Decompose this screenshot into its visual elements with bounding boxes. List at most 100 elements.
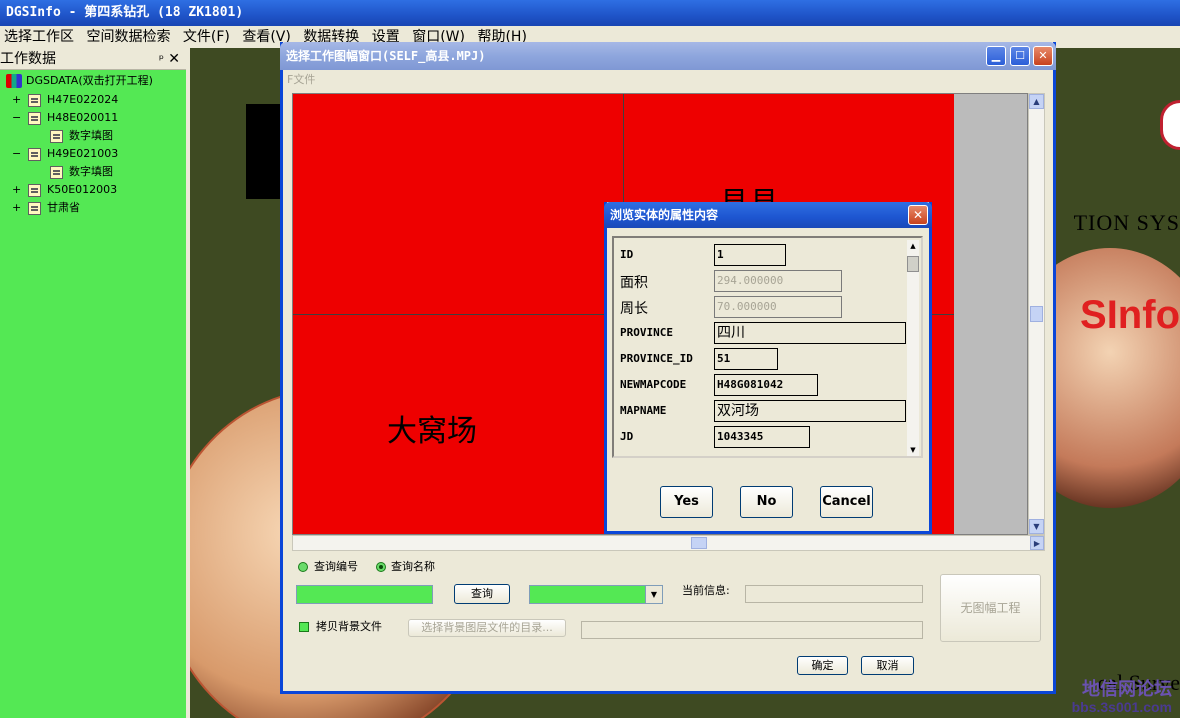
collapse-icon[interactable]: − (12, 145, 22, 163)
cancel-button[interactable]: 取消 (861, 656, 914, 675)
property-row-area: 面积 294.000000 (620, 270, 910, 292)
property-value[interactable]: 51 (714, 348, 778, 370)
map-file-icon (28, 201, 41, 215)
tree-item-h47e022024[interactable]: + H47E022024 (12, 91, 118, 109)
property-value[interactable]: H48G081042 (714, 374, 818, 396)
property-row-id: ID 1 (620, 244, 910, 266)
property-row-mapname: MAPNAME 双河场 (620, 400, 910, 422)
select-background-dir-button[interactable]: 选择背景图层文件的目录... (408, 619, 566, 637)
yes-button[interactable]: Yes (660, 486, 713, 518)
splash-text: TION SYS (1073, 210, 1180, 235)
property-name: PROVINCE_ID (620, 352, 693, 365)
splash-logo-text: SInfo (1080, 293, 1180, 337)
property-row-jd: JD 1043345 (620, 426, 910, 448)
property-scrollbar[interactable]: ▲ ▼ (907, 240, 919, 456)
menu-file[interactable]: 文件(F) (179, 26, 234, 48)
decorative-block (246, 104, 281, 199)
tree-item-label: H47E022024 (47, 93, 119, 106)
radio-query-number[interactable] (298, 562, 308, 572)
map-file-icon (28, 183, 41, 197)
watermark: 地信网论坛 bbs.3s001.com (1072, 680, 1172, 716)
tree-item-gansu[interactable]: + 甘肃省 (12, 199, 80, 217)
collapse-icon[interactable]: − (12, 109, 22, 127)
property-name: PROVINCE (620, 326, 673, 339)
scroll-right-icon[interactable]: ▶ (1030, 536, 1044, 550)
tree-item-label: H49E021003 (47, 147, 119, 160)
tree-item-label: K50E012003 (47, 183, 118, 196)
expand-icon[interactable]: + (12, 91, 22, 109)
tree-item-digital-mapping[interactable]: 数字填图 (50, 127, 113, 145)
scroll-thumb[interactable] (1030, 306, 1043, 322)
radio-query-name[interactable] (376, 562, 386, 572)
tree-item-digital-mapping[interactable]: 数字填图 (50, 163, 113, 181)
close-icon[interactable]: ✕ (908, 205, 928, 225)
query-input[interactable] (296, 585, 433, 604)
copy-background-label: 拷贝背景文件 (316, 620, 382, 633)
property-name: 面积 (620, 275, 648, 291)
background-dir-field[interactable] (581, 621, 923, 639)
scroll-down-icon[interactable]: ▼ (1029, 519, 1044, 534)
no-map-project-button[interactable]: 无图幅工程 (940, 574, 1041, 642)
property-name: NEWMAPCODE (620, 378, 687, 391)
tree-item-label: 数字填图 (69, 129, 113, 142)
tree-item-h48e020011[interactable]: − H48E020011 (12, 109, 118, 127)
property-row-province-id: PROVINCE_ID 51 (620, 348, 910, 370)
radio-query-number-label: 查询编号 (314, 560, 358, 573)
ok-button[interactable]: 确定 (797, 656, 848, 675)
tree-item-dgsdata[interactable]: DGSDATA(双击打开工程) (6, 72, 153, 90)
menu-spatial-search[interactable]: 空间数据检索 (82, 26, 174, 48)
property-value[interactable]: 1 (714, 244, 786, 266)
vertical-scrollbar[interactable]: ▲ ▼ (1028, 93, 1045, 535)
cancel-dialog-button[interactable]: Cancel (820, 486, 873, 518)
window-title: 选择工作图幅窗口(SELF_高县.MPJ) (286, 49, 486, 63)
scroll-thumb[interactable] (907, 256, 919, 272)
attribute-dialog-title-bar[interactable]: 浏览实体的属性内容 ✕ (604, 202, 932, 228)
tree-item-k50e012003[interactable]: + K50E012003 (12, 181, 117, 199)
watermark-title: 地信网论坛 (1082, 679, 1172, 699)
close-icon[interactable]: ✕ (1033, 46, 1053, 66)
pin-icon[interactable]: ᵖ (159, 48, 164, 70)
property-row-newmapcode: NEWMAPCODE H48G081042 (620, 374, 910, 396)
query-dropdown[interactable]: ▼ (529, 585, 663, 604)
minimize-icon[interactable]: ▁ (986, 46, 1006, 66)
horizontal-scrollbar[interactable]: ▶ (292, 535, 1045, 551)
tree-item-label: 甘肃省 (47, 201, 80, 214)
radio-query-name-label: 查询名称 (391, 560, 435, 573)
property-row-province: PROVINCE 四川 (620, 322, 910, 344)
property-name: ID (620, 248, 634, 261)
scroll-up-icon[interactable]: ▲ (907, 240, 919, 252)
map-file-icon (50, 129, 63, 143)
map-file-icon (28, 111, 41, 125)
current-info-label: 当前信息: (682, 584, 730, 597)
scroll-thumb[interactable] (691, 537, 707, 549)
no-button[interactable]: No (740, 486, 793, 518)
property-value[interactable]: 1043345 (714, 426, 810, 448)
maximize-icon[interactable]: ☐ (1010, 46, 1030, 66)
dialog-title: 浏览实体的属性内容 (610, 208, 719, 222)
property-list: ID 1 面积 294.000000 周长 70.000000 PROVINCE… (612, 236, 923, 458)
chevron-down-icon[interactable]: ▼ (645, 586, 662, 603)
scroll-down-icon[interactable]: ▼ (907, 444, 919, 456)
property-value[interactable]: 四川 (714, 322, 906, 344)
tree-item-label: DGSDATA(双击打开工程) (26, 74, 153, 87)
menu-select-workspace[interactable]: 选择工作区 (0, 26, 78, 48)
current-info-field (745, 585, 923, 603)
copy-background-checkbox[interactable] (299, 622, 309, 632)
map-window-title-bar[interactable]: 选择工作图幅窗口(SELF_高县.MPJ) ▁ ☐ ✕ (280, 42, 1056, 70)
database-icon (6, 74, 22, 88)
scroll-up-icon[interactable]: ▲ (1029, 94, 1044, 109)
query-button[interactable]: 查询 (454, 584, 510, 604)
property-name: MAPNAME (620, 404, 667, 417)
tree-item-h49e021003[interactable]: − H49E021003 (12, 145, 118, 163)
property-row-perimeter: 周长 70.000000 (620, 296, 910, 318)
property-value[interactable]: 双河场 (714, 400, 906, 422)
tree-item-label: 数字填图 (69, 165, 113, 178)
expand-icon[interactable]: + (12, 181, 22, 199)
expand-icon[interactable]: + (12, 199, 22, 217)
window-menu-file[interactable]: F文件 (283, 70, 1053, 90)
map-empty-area (954, 94, 1027, 534)
seal-graphic (1160, 100, 1180, 150)
property-name: JD (620, 430, 634, 443)
close-icon[interactable]: ✕ (168, 48, 180, 70)
property-name: 周长 (620, 301, 648, 317)
